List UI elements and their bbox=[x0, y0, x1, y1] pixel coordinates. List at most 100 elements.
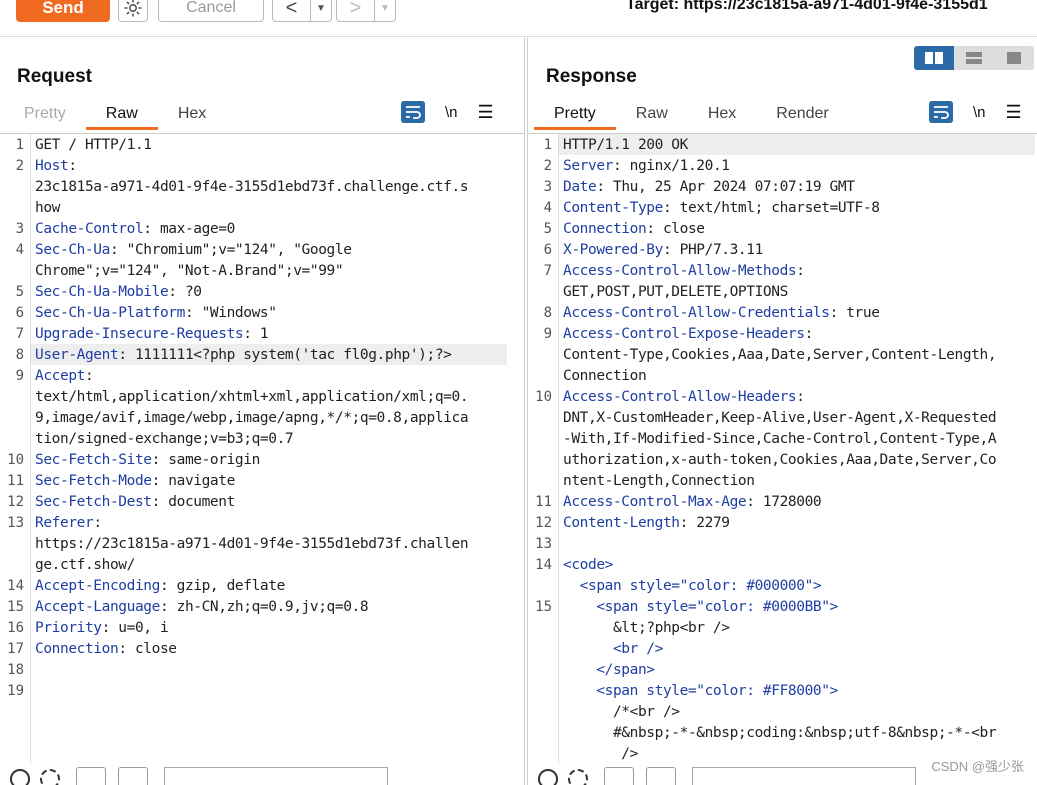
layout-side-by-side-button[interactable] bbox=[914, 46, 954, 70]
help-icon[interactable] bbox=[538, 769, 558, 785]
line-number: 10 bbox=[7, 452, 24, 468]
line-number: 6 bbox=[543, 242, 552, 258]
wrap-lines-button[interactable] bbox=[929, 100, 953, 124]
send-button[interactable]: Send bbox=[16, 0, 110, 22]
header-value: : 1728000 bbox=[746, 494, 822, 510]
tab-raw[interactable]: Raw bbox=[616, 102, 688, 130]
search-input[interactable] bbox=[692, 767, 916, 785]
response-editor[interactable]: 1 HTTP/1.1 200 OK 2 Server: nginx/1.20.1 3 Da… bbox=[528, 133, 1037, 763]
header-name: Server bbox=[563, 158, 613, 174]
header-value: : "Windows" bbox=[184, 305, 277, 321]
code-line: text/html,application/xhtml+xml,applicat… bbox=[35, 389, 469, 405]
code-line: Server: nginx/1.20.1 bbox=[563, 158, 730, 174]
forward-button[interactable]: > ▼ bbox=[336, 0, 396, 22]
gear-icon[interactable] bbox=[40, 769, 60, 785]
header-value: : nginx/1.20.1 bbox=[612, 158, 730, 174]
gear-icon bbox=[124, 0, 142, 17]
request-pane: Request Pretty Raw Hex \n ☰ 1 GET / HTTP/… bbox=[0, 38, 525, 785]
header-name: <code> bbox=[563, 557, 613, 573]
code-line: Content-Type: text/html; charset=UTF-8 bbox=[563, 200, 880, 216]
tab-render[interactable]: Render bbox=[756, 102, 848, 130]
cancel-button[interactable]: Cancel bbox=[158, 0, 264, 22]
code-line: Sec-Ch-Ua-Platform: "Windows" bbox=[35, 305, 277, 321]
code-line: <code> bbox=[563, 557, 613, 573]
line-number: 15 bbox=[7, 599, 24, 615]
code-line: tion/signed-exchange;v=b3;q=0.7 bbox=[35, 431, 294, 447]
line-number: 2 bbox=[543, 158, 552, 174]
tab-pretty[interactable]: Pretty bbox=[4, 102, 86, 130]
code-line: Access-Control-Allow-Methods: bbox=[563, 263, 805, 279]
code-line: GET,POST,PUT,DELETE,OPTIONS bbox=[563, 284, 788, 300]
code-line: Cache-Control: max-age=0 bbox=[35, 221, 235, 237]
request-tabs: Pretty Raw Hex bbox=[4, 102, 226, 130]
newline-toggle[interactable]: \n bbox=[973, 100, 986, 124]
header-name: Accept bbox=[35, 368, 85, 384]
line-number: 1 bbox=[15, 137, 24, 153]
code-line: how bbox=[35, 200, 60, 216]
response-editor-tools: \n ☰ bbox=[929, 100, 1022, 124]
newline-toggle[interactable]: \n bbox=[445, 100, 458, 124]
tab-hex[interactable]: Hex bbox=[688, 102, 756, 130]
line-number: 9 bbox=[543, 326, 552, 342]
back-dropdown-icon[interactable]: ▼ bbox=[310, 0, 331, 21]
prev-match-button[interactable] bbox=[76, 767, 106, 785]
code-line: Sec-Fetch-Site: same-origin bbox=[35, 452, 260, 468]
back-button[interactable]: < ▼ bbox=[272, 0, 332, 22]
header-value: : ?0 bbox=[168, 284, 202, 300]
header-name: <span style="color: #FF8000"> bbox=[563, 683, 838, 699]
line-number: 8 bbox=[543, 305, 552, 321]
header-name: Sec-Fetch-Mode bbox=[35, 473, 152, 489]
tab-pretty[interactable]: Pretty bbox=[534, 102, 616, 130]
menu-icon[interactable]: ☰ bbox=[478, 100, 494, 124]
top-toolbar: Send Cancel < ▼ > ▼ Target: https://23c1… bbox=[0, 0, 1037, 37]
tab-hex[interactable]: Hex bbox=[158, 102, 226, 130]
header-value: : 1111111<?php system('tac fl0g.php');?> bbox=[118, 347, 452, 363]
wrap-lines-icon bbox=[401, 101, 425, 123]
tab-raw[interactable]: Raw bbox=[85, 102, 158, 130]
header-value: Content-Type,Cookies,Aaa,Date,Server,Con… bbox=[563, 347, 997, 363]
line-number: 12 bbox=[7, 494, 24, 510]
code-line: ntent-Length,Connection bbox=[563, 473, 755, 489]
header-name: Connection bbox=[563, 221, 647, 237]
line-number: 11 bbox=[7, 473, 24, 489]
header-value: : 2279 bbox=[679, 515, 730, 531]
header-name: Referer bbox=[35, 515, 94, 531]
header-name: Date bbox=[563, 179, 597, 195]
header-value: -With,If-Modified-Since,Cache-Control,Co… bbox=[563, 431, 997, 447]
settings-button[interactable] bbox=[118, 0, 148, 22]
search-input[interactable] bbox=[164, 767, 388, 785]
header-value: Chrome";v="124", "Not-A.Brand";v="99" bbox=[35, 263, 344, 279]
header-name: Host bbox=[35, 158, 69, 174]
code-line: Date: Thu, 25 Apr 2024 07:07:19 GMT bbox=[563, 179, 855, 195]
layout-single-button[interactable] bbox=[994, 46, 1034, 70]
menu-icon[interactable]: ☰ bbox=[1006, 100, 1022, 124]
back-label: < bbox=[285, 0, 298, 19]
header-value: : zh-CN,zh;q=0.9,jv;q=0.8 bbox=[159, 599, 369, 615]
header-value: : document bbox=[151, 494, 236, 510]
next-match-button[interactable] bbox=[646, 767, 676, 785]
gear-icon[interactable] bbox=[568, 769, 588, 785]
help-icon[interactable] bbox=[10, 769, 30, 785]
layout-stacked-button[interactable] bbox=[954, 46, 994, 70]
forward-dropdown-icon[interactable]: ▼ bbox=[374, 0, 395, 21]
header-value: : gzip, deflate bbox=[159, 578, 285, 594]
header-value: : max-age=0 bbox=[143, 221, 235, 237]
request-editor[interactable]: 1 GET / HTTP/1.1 2 Host: 23c1815a-a971-4d01-… bbox=[0, 133, 524, 763]
code-line: 23c1815a-a971-4d01-9f4e-3155d1ebd73f.cha… bbox=[35, 179, 469, 195]
header-value: : bbox=[68, 158, 77, 174]
header-value: uthorization,x-auth-token,Cookies,Aaa,Da… bbox=[563, 452, 997, 468]
header-value: &lt;?php<br /> bbox=[563, 620, 730, 636]
request-title: Request bbox=[17, 66, 92, 87]
header-value: : close bbox=[118, 641, 177, 657]
wrap-lines-button[interactable] bbox=[401, 100, 425, 124]
header-name: </span> bbox=[563, 662, 655, 678]
next-match-button[interactable] bbox=[118, 767, 148, 785]
code-line: Accept-Encoding: gzip, deflate bbox=[35, 578, 285, 594]
line-number: 4 bbox=[15, 242, 24, 258]
target-label[interactable]: Target: https://23c1815a-a971-4d01-9f4e-… bbox=[626, 0, 988, 14]
line-number: 17 bbox=[7, 641, 24, 657]
header-value: : same-origin bbox=[151, 452, 261, 468]
line-number: 8 bbox=[15, 347, 24, 363]
header-name: Content-Type bbox=[563, 200, 663, 216]
prev-match-button[interactable] bbox=[604, 767, 634, 785]
